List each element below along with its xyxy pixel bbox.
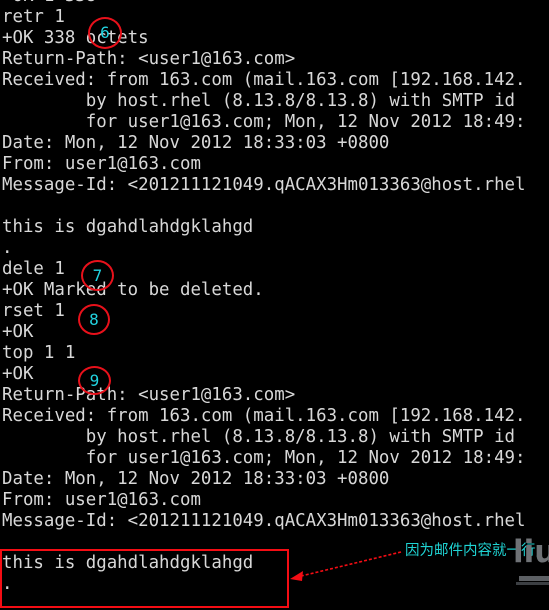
terminal-line: Received: from 163.com (mail.163.com [19… — [2, 406, 526, 426]
terminal-line: by host.rhel (8.13.8/8.13.8) with SMTP i… — [2, 91, 516, 111]
terminal-line: Return-Path: <user1@163.com> — [2, 385, 296, 405]
terminal-line: . — [2, 238, 13, 258]
terminal-line: by host.rhel (8.13.8/8.13.8) with SMTP i… — [2, 427, 516, 447]
terminal-line: retr 1 — [2, 7, 65, 27]
terminal-line: Date: Mon, 12 Nov 2012 18:33:03 +0800 — [2, 133, 390, 153]
terminal-line: this is dgahdlahdgklahgd — [2, 553, 254, 573]
terminal-line: top 1 1 — [2, 343, 76, 363]
terminal-line: Message-Id: <201211121049.qACAX3Hm013363… — [2, 511, 526, 531]
terminal-line: +OK — [2, 322, 34, 342]
terminal-line: +OK 1 338 — [2, 0, 96, 7]
terminal-line: From: user1@163.com — [2, 490, 201, 510]
terminal-line: . — [2, 574, 13, 594]
terminal-line: Return-Path: <user1@163.com> — [2, 49, 296, 69]
terminal-line: Message-Id: <201211121049.qACAX3Hm013363… — [2, 175, 526, 195]
terminal-line: for user1@163.com; Mon, 12 Nov 2012 18:4… — [2, 448, 526, 468]
terminal-line: rset 1 — [2, 301, 65, 321]
terminal-line: this is dgahdlahdgklahgd — [2, 217, 254, 237]
terminal-line: Date: Mon, 12 Nov 2012 18:33:03 +0800 — [2, 469, 390, 489]
terminal-output[interactable]: +OK 1 338 retr 1 +OK 338 octets Return-P… — [0, 0, 549, 610]
terminal-line: +OK 338 octets — [2, 28, 149, 48]
terminal-line: for user1@163.com; Mon, 12 Nov 2012 18:4… — [2, 112, 526, 132]
terminal-line: dele 1 — [2, 259, 65, 279]
terminal-line: +OK — [2, 364, 34, 384]
terminal-line: Received: from 163.com (mail.163.com [19… — [2, 70, 526, 90]
terminal-line: From: user1@163.com — [2, 154, 201, 174]
terminal-line: +OK Marked to be deleted. — [2, 280, 264, 300]
